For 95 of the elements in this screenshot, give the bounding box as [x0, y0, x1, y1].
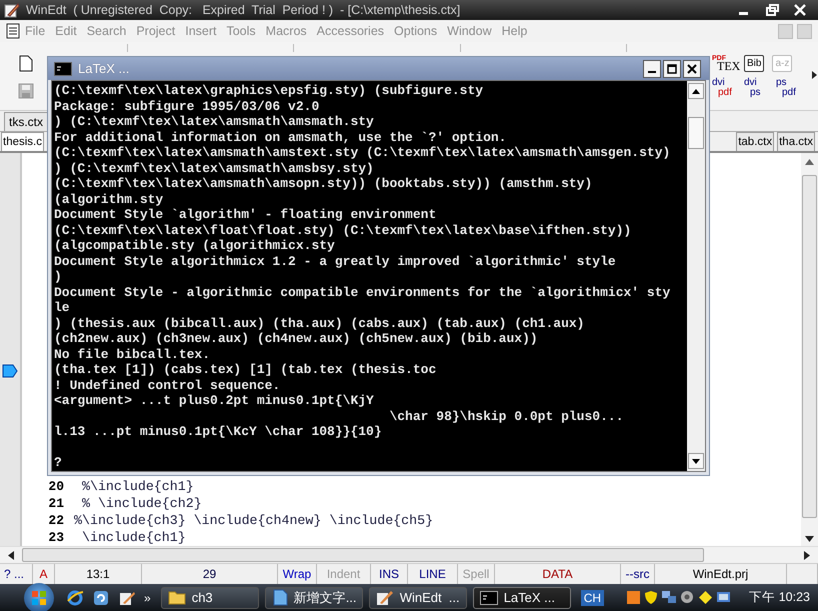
console-title: LaTeX ...	[78, 61, 130, 76]
pen-icon	[376, 589, 394, 606]
display-icon[interactable]	[716, 590, 732, 605]
file-tab[interactable]: tab.ctx	[736, 132, 774, 151]
network-icon[interactable]	[661, 590, 678, 605]
minimize-icon	[648, 70, 656, 72]
source-format-label: dvi	[712, 78, 725, 88]
scroll-thumb[interactable]	[688, 117, 704, 149]
folder-icon	[168, 590, 186, 605]
console-line: (ch2new.aux) (ch3new.aux) (ch4new.aux) (ch5new.aux) (bib.aux))	[54, 331, 539, 346]
new-file-icon[interactable]	[19, 55, 33, 72]
notepad-icon	[272, 589, 288, 606]
more-button[interactable]: »	[144, 590, 151, 604]
scroll-thumb[interactable]	[802, 175, 817, 518]
save-icon[interactable]	[18, 82, 34, 99]
console-line: Document Style - algorithmic compatible environments for the `algorithmicx' sty	[54, 284, 672, 300]
scroll-down-button[interactable]	[688, 453, 704, 469]
line-number: 22	[47, 513, 65, 528]
clock[interactable]: 下午 10:23	[749, 589, 810, 606]
pen-icon	[4, 2, 20, 18]
close-icon[interactable]	[792, 3, 808, 17]
taskbar-button[interactable]: LaTeX ...	[472, 586, 571, 608]
close-button[interactable]	[683, 60, 701, 78]
console-line: Document Style algorithmicx 1.2 - a greatly improved `algorithmic' style	[54, 254, 617, 269]
document-icon	[6, 23, 20, 39]
console-line: (C:\texmf\tex\latex\amsmath\amsopn.sty)) (booktabs.sty)) (amsthm.sty)	[54, 176, 594, 192]
console-line: l.13 ...pt minus0.1pt{\KcY \char 108}}{10}	[54, 424, 383, 440]
taskbar-button[interactable]: 新增文字...	[264, 586, 363, 608]
maximize-icon	[667, 64, 677, 74]
restore-icon[interactable]	[764, 3, 780, 17]
console-line: Package: subfigure 1995/03/06 v2.0	[54, 98, 320, 114]
scroll-left-icon[interactable]	[8, 550, 14, 560]
file-tab[interactable]: tha.ctx	[777, 132, 815, 151]
chevron-icon[interactable]	[812, 71, 817, 79]
scroll-down-icon[interactable]	[805, 536, 814, 542]
console-line: ) (C:\texmf\tex\latex\amsmath\amsbsy.sty)	[54, 160, 375, 176]
convert-button[interactable]: dvi ps	[744, 78, 768, 97]
line-number: 20	[47, 479, 65, 494]
window-title: WinEdt ( Unregistered Copy: Expired Trial Period ! ) - [C:\xtemp\thesis.ctx]	[26, 3, 462, 17]
console-line: \char 98}\hskip 0.0pt plus0...	[388, 408, 624, 424]
target-format-label: pdf	[718, 88, 733, 97]
diamond-icon[interactable]	[698, 590, 714, 605]
shield-icon[interactable]	[644, 590, 658, 605]
source-format-label: ps	[776, 78, 787, 88]
convert-button[interactable]: dvi pdf	[712, 78, 736, 97]
line-number: 23	[47, 530, 65, 545]
source-format-label: dvi	[744, 78, 758, 88]
console-line: ! Undefined control sequence.	[54, 378, 282, 393]
scroll-up-icon[interactable]	[805, 159, 814, 165]
code-line: \include{ch1}	[80, 530, 186, 545]
console-line: ) (C:\texmf\tex\latex\amsmath\amsmath.sty	[54, 114, 375, 130]
language-indicator[interactable]: CH	[580, 590, 604, 606]
console-line: (C:\texmf\tex\latex\amsmath\amstext.sty (C:\texmf\tex\latex\amsmath\amsgen.sty)	[54, 145, 672, 160]
code-line: %\include{ch1}	[80, 479, 194, 494]
code-line: % \include{ch2}	[80, 496, 202, 511]
convert-button[interactable]: ps pdf	[776, 78, 800, 97]
console-line: (algcompatible.sty (algorithmicx.sty	[54, 238, 336, 254]
scroll-up-button[interactable]	[688, 83, 704, 99]
taskbar-button[interactable]: WinEdt ...	[368, 586, 467, 608]
horizontal-scrollbar[interactable]	[0, 546, 818, 563]
maximize-button[interactable]	[663, 60, 681, 78]
console-line: <argument> ...t plus0.2pt minus0.1pt{\KjY	[54, 393, 375, 408]
file-tab[interactable]: tks.ctx	[4, 112, 48, 131]
console-line: le	[54, 300, 71, 316]
console-line: For additional information on amsmath, use the `?' option.	[54, 130, 508, 145]
up-arrow-icon	[692, 88, 700, 94]
toolbar-button[interactable]: Bib	[744, 55, 764, 72]
console-line: )	[54, 269, 63, 284]
console-prompt[interactable]: ?	[54, 454, 687, 470]
down-arrow-icon	[692, 458, 700, 464]
console-line: (tha.tex [1]) (cabs.tex) [1] (tab.tex (thesis.toc	[54, 362, 438, 378]
scroll-thumb[interactable]	[22, 548, 704, 562]
close-icon	[687, 64, 697, 74]
taskbar-button[interactable]: ch3	[160, 586, 259, 608]
start-button[interactable]	[24, 582, 54, 611]
console-line: No file bibcall.tex.	[54, 346, 212, 362]
code-line: %\include{ch3} \include{ch4new} \include{ch5}	[74, 513, 434, 528]
console-scrollbar[interactable]	[687, 81, 705, 471]
console-icon	[54, 62, 72, 76]
line-number: 21	[47, 496, 65, 511]
refresh-icon[interactable]	[92, 588, 110, 606]
console-line: Document Style `algorithm' - floating environment	[54, 207, 438, 222]
vertical-scrollbar[interactable]	[801, 153, 818, 546]
bookmark-arrow-icon	[2, 364, 18, 378]
scroll-right-icon[interactable]	[804, 550, 810, 560]
console-line: (C:\texmf\tex\latex\float\float.sty) (C:\texmf\tex\latex\base\ifthen.sty))	[54, 222, 632, 238]
console-line: (algorithm.sty	[54, 192, 164, 207]
console-line: (C:\texmf\tex\latex\graphics\epsfig.sty) (subfigure.sty	[54, 83, 484, 98]
target-format-label: pdf	[782, 88, 797, 97]
console-line: ) (thesis.aux (bibcall.aux) (tha.aux) (cabs.aux) (tab.aux) (ch1.aux)	[54, 316, 586, 331]
speaker-icon[interactable]	[680, 590, 696, 605]
file-tab[interactable]: thesis.c	[1, 132, 44, 151]
globe-icon[interactable]	[66, 588, 84, 606]
console-icon	[480, 590, 498, 604]
target-format-label: ps	[750, 88, 762, 97]
